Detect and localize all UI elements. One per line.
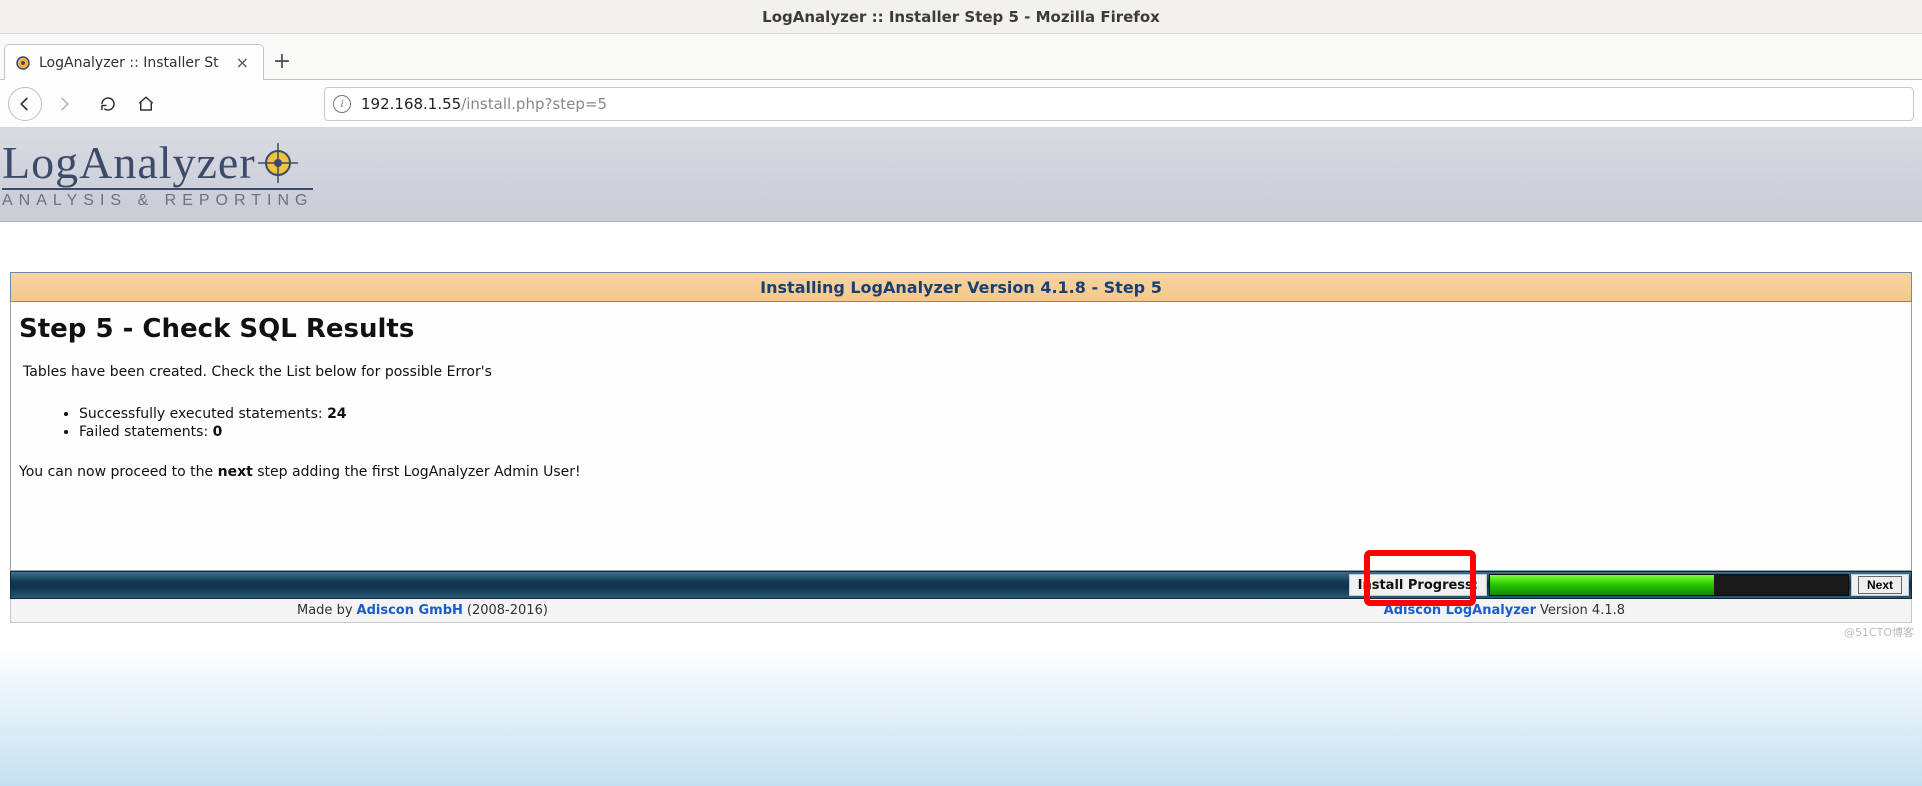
install-header: Installing LogAnalyzer Version 4.1.8 - S…	[10, 272, 1912, 302]
success-label: Successfully executed statements:	[79, 406, 323, 422]
progress-label: Install Progress:	[1349, 574, 1487, 596]
logo-sub: ANALYSIS & REPORTING	[2, 192, 313, 210]
result-failed: Failed statements: 0	[79, 424, 1903, 440]
footer-years: (2008-2016)	[467, 603, 548, 618]
failed-label: Failed statements:	[79, 424, 208, 440]
footer: Made by Adiscon GmbH (2008-2016) Adiscon…	[10, 599, 1912, 623]
failed-count: 0	[213, 424, 223, 440]
footer-version: Version 4.1.8	[1540, 603, 1625, 618]
watermark: @51CTO博客	[1844, 624, 1914, 640]
tab-favicon-icon	[15, 55, 31, 71]
proceed-pre: You can now proceed to the	[19, 464, 218, 480]
proceed-post: step adding the first LogAnalyzer Admin …	[253, 464, 581, 480]
tab-label: LogAnalyzer :: Installer St	[39, 55, 232, 71]
next-button[interactable]: Next	[1858, 576, 1902, 594]
target-icon	[258, 143, 298, 183]
window-title: LogAnalyzer :: Installer Step 5 - Mozill…	[762, 8, 1160, 26]
step-panel: Step 5 - Check SQL Results Tables have b…	[10, 302, 1912, 571]
new-tab-button[interactable]: +	[264, 43, 300, 79]
success-count: 24	[327, 406, 346, 422]
url-bar[interactable]: i 192.168.1.55/install.php?step=5	[324, 87, 1914, 121]
progress-label-text: Install Progress:	[1358, 578, 1478, 593]
step-description: Tables have been created. Check the List…	[23, 364, 1903, 380]
footer-product-link[interactable]: Adiscon LogAnalyzer	[1384, 603, 1536, 618]
browser-tab[interactable]: LogAnalyzer :: Installer St ×	[4, 44, 264, 80]
progress-row: Install Progress: Next	[10, 571, 1912, 599]
site-info-icon[interactable]: i	[333, 95, 351, 113]
logo-main: LogAnalyzer	[2, 140, 313, 190]
nav-toolbar: i 192.168.1.55/install.php?step=5	[0, 80, 1922, 128]
step-title: Step 5 - Check SQL Results	[19, 314, 1903, 344]
footer-adiscon-link[interactable]: Adiscon GmbH	[357, 603, 463, 618]
url-host: 192.168.1.55	[361, 95, 461, 113]
url-path: /install.php?step=5	[461, 95, 607, 113]
progress-fill	[1490, 575, 1714, 595]
progress-track	[1489, 574, 1849, 596]
install-header-text: Installing LogAnalyzer Version 4.1.8 - S…	[760, 278, 1162, 297]
proceed-bold: next	[218, 464, 253, 480]
home-button[interactable]	[128, 86, 164, 122]
footer-madeby-pre: Made by	[297, 603, 353, 618]
logo-main-text: LogAnalyzer	[2, 140, 256, 186]
bottom-gradient	[0, 646, 1922, 786]
reload-button[interactable]	[90, 86, 126, 122]
back-button[interactable]	[8, 87, 42, 121]
result-success: Successfully executed statements: 24	[79, 406, 1903, 422]
window-titlebar: LogAnalyzer :: Installer Step 5 - Mozill…	[0, 0, 1922, 34]
tab-close-icon[interactable]: ×	[232, 53, 253, 72]
next-cell: Next	[1851, 574, 1909, 596]
page-content: LogAnalyzer ANALYSIS & REPORTING Install…	[0, 128, 1922, 623]
forward-button	[46, 86, 82, 122]
proceed-text: You can now proceed to the next step add…	[19, 464, 1903, 480]
results-list: Successfully executed statements: 24 Fai…	[79, 406, 1903, 440]
logo-bar: LogAnalyzer ANALYSIS & REPORTING	[0, 128, 1922, 222]
tab-strip: LogAnalyzer :: Installer St × +	[0, 34, 1922, 80]
